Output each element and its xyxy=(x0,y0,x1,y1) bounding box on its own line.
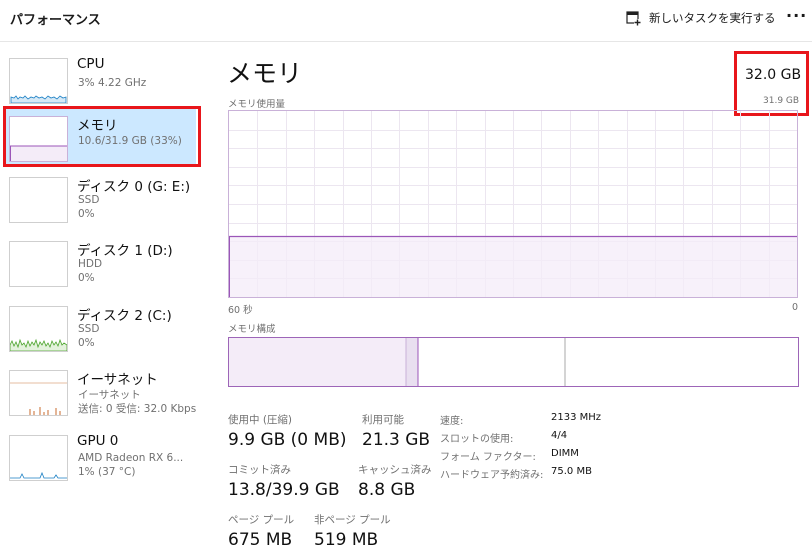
cached-label: キャッシュ済み xyxy=(358,464,432,476)
sidebar-item-detail: 送信: 0 受信: 32.0 Kbps xyxy=(78,403,197,415)
memory-capacity: 32.0 GB xyxy=(745,67,802,83)
sidebar-item-label: イーサネット xyxy=(77,372,158,388)
available-label: 利用可能 xyxy=(362,414,404,426)
sidebar-item-detail: 0% xyxy=(78,337,95,349)
spec-speed-label: 速度: xyxy=(440,416,464,427)
time-axis-right-label: 0 xyxy=(792,302,799,313)
sidebar-item-type: HDD xyxy=(78,258,103,270)
memory-usage-area xyxy=(229,236,797,297)
sidebar-item-memory[interactable]: メモリ 10.6/31.9 GB (33%) xyxy=(0,114,206,176)
cpu-graph-thumb-icon xyxy=(9,58,68,104)
sidebar-item-detail: 0% xyxy=(78,208,95,220)
memory-usage-max: 31.9 GB xyxy=(763,96,800,106)
in-use-label: 使用中 (圧縮) xyxy=(228,414,293,426)
more-options-button[interactable]: ··· xyxy=(786,6,807,25)
sidebar-item-label: メモリ xyxy=(77,118,118,134)
spec-form-factor-label: フォーム ファクター: xyxy=(440,452,536,463)
new-task-label: 新しいタスクを実行する xyxy=(649,11,776,25)
memory-usage-label: メモリ使用量 xyxy=(228,99,286,110)
sidebar-item-ethernet[interactable]: イーサネット イーサネット 送信: 0 受信: 32.0 Kbps xyxy=(0,368,206,430)
sidebar-item-gpu-0[interactable]: GPU 0 AMD Radeon RX 6... 1% (37 °C) xyxy=(0,433,206,495)
header-divider xyxy=(0,41,812,42)
sidebar-item-detail: 1% (37 °C) xyxy=(78,466,136,478)
sidebar-item-label: ディスク 1 (D:) xyxy=(77,243,173,259)
time-axis-left-label: 60 秒 xyxy=(228,305,253,316)
new-task-icon xyxy=(626,10,641,26)
sidebar-item-type: AMD Radeon RX 6... xyxy=(78,452,184,464)
sidebar-item-type: イーサネット xyxy=(78,389,141,401)
paged-pool-value: 675 MB xyxy=(228,530,293,550)
spec-hardware-reserved-label: ハードウェア予約済み: xyxy=(440,470,544,481)
detail-title: メモリ xyxy=(227,59,303,88)
available-value: 21.3 GB xyxy=(362,430,431,450)
memory-composition-label: メモリ構成 xyxy=(228,324,276,335)
sidebar-item-detail: 0% xyxy=(78,272,95,284)
sidebar-item-disk-1[interactable]: ディスク 1 (D:) HDD 0% xyxy=(0,239,206,301)
sidebar-item-label: ディスク 0 (G: E:) xyxy=(77,179,191,195)
sidebar-item-cpu[interactable]: CPU 3% 4.22 GHz xyxy=(0,56,206,118)
cached-value: 8.8 GB xyxy=(358,480,416,500)
gpu-graph-thumb-icon xyxy=(9,435,68,481)
disk-graph-thumb-icon xyxy=(9,241,68,287)
in-use-value: 9.9 GB (0 MB) xyxy=(228,430,347,450)
spec-form-factor-value: DIMM xyxy=(551,448,579,459)
disk-graph-thumb-icon xyxy=(9,177,68,223)
ethernet-graph-thumb-icon xyxy=(9,370,68,416)
memory-graph-thumb-icon xyxy=(9,116,68,162)
memory-composition-bar xyxy=(228,337,799,387)
sidebar-item-type: SSD xyxy=(78,194,100,206)
sidebar-item-disk-2[interactable]: ディスク 2 (C:) SSD 0% xyxy=(0,304,206,366)
sidebar-item-label: GPU 0 xyxy=(77,433,119,449)
committed-label: コミット済み xyxy=(228,464,291,476)
page-title: パフォーマンス xyxy=(10,13,101,28)
spec-hardware-reserved-value: 75.0 MB xyxy=(551,466,592,477)
disk-graph-thumb-icon xyxy=(9,306,68,352)
sidebar-item-detail: 10.6/31.9 GB (33%) xyxy=(78,135,182,147)
sidebar-item-label: CPU xyxy=(77,56,105,72)
sidebar-item-detail: 3% 4.22 GHz xyxy=(78,77,147,89)
spec-slots-value: 4/4 xyxy=(551,430,568,441)
sidebar-item-type: SSD xyxy=(78,323,100,335)
paged-pool-label: ページ プール xyxy=(228,514,295,526)
sidebar-item-disk-0[interactable]: ディスク 0 (G: E:) SSD 0% xyxy=(0,175,206,237)
annotation-highlight-capacity xyxy=(734,51,809,116)
memory-usage-graph xyxy=(228,110,798,298)
new-task-button[interactable]: 新しいタスクを実行する xyxy=(626,8,776,28)
sidebar-item-label: ディスク 2 (C:) xyxy=(77,308,172,324)
nonpaged-pool-value: 519 MB xyxy=(314,530,379,550)
nonpaged-pool-label: 非ページ プール xyxy=(314,514,391,526)
committed-value: 13.8/39.9 GB xyxy=(228,480,340,500)
spec-slots-label: スロットの使用: xyxy=(440,434,514,445)
spec-speed-value: 2133 MHz xyxy=(551,412,602,423)
